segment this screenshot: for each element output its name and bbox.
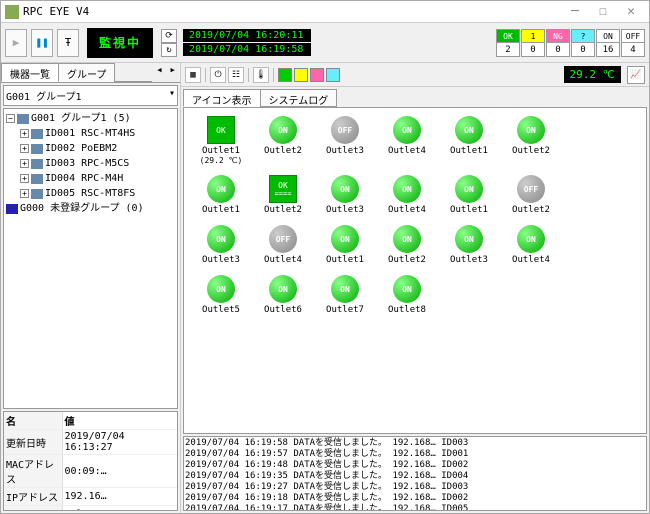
outlet-grid: OKOutlet1(29.2 ℃)ONOutlet2OFFOutlet3ONOu… [183,107,647,434]
timestamp-2: 2019/07/04 16:19:58 [183,43,311,56]
outlet-item[interactable]: ONOutlet3 [320,175,370,215]
outlet-item[interactable]: OKOutlet1(29.2 ℃) [196,116,246,165]
app-icon [5,5,19,19]
reload-button-2[interactable]: ↻ [161,43,177,57]
tree-item[interactable]: +ID005 RSC-MT8FS [6,186,175,201]
counter-ng: NG0 [546,29,570,57]
tools-button[interactable]: Ŧ [57,29,79,57]
detail-row: IPアドレス192.16… [4,488,177,506]
log-line: 2019/07/04 16:19:48 DATAを受信しました。 192.168… [185,460,645,471]
log-line: 2019/07/04 16:19:27 DATAを受信しました。 192.168… [185,482,645,493]
tab-group[interactable]: グループ [58,63,115,82]
tree-item[interactable]: +ID003 RPC-M5CS [6,156,175,171]
log-line: 2019/07/04 16:19:57 DATAを受信しました。 192.168… [185,449,645,460]
outlet-item[interactable]: ONOutlet1 [444,175,494,215]
chevron-down-icon: ▾ [169,88,175,103]
outlet-item[interactable]: ONOutlet4 [382,175,432,215]
main-toolbar: ▶ ❚❚ Ŧ 監視中 ⟳ ↻ 2019/07/04 16:20:11 2019/… [1,23,649,63]
window-title: RPC EYE V4 [23,5,89,18]
counter-ok: OK2 [496,29,520,57]
titlebar: RPC EYE V4 ─ ☐ ✕ [1,1,649,23]
log-panel[interactable]: 2019/07/04 16:19:58 DATAを受信しました。 192.168… [183,436,647,511]
close-button[interactable]: ✕ [617,2,645,22]
col-value[interactable]: 値 [62,412,177,430]
outlet-item[interactable]: ONOutlet2 [506,116,556,165]
reload-button-1[interactable]: ⟳ [161,29,177,43]
temperature-display: 29.2 ℃ [564,66,621,83]
outlet-item[interactable]: OK====Outlet2 [258,175,308,215]
group-dropdown[interactable]: G001 グループ1▾ [3,85,178,106]
counter-off: OFF4 [621,29,645,57]
outlet-item[interactable]: ONOutlet5 [196,275,246,315]
detail-row: 更新日時2019/07/04 16:13:27 [4,430,177,455]
col-name[interactable]: 名 [4,412,62,430]
tab-icon-view[interactable]: アイコン表示 [183,89,261,107]
outlet-item[interactable]: ONOutlet2 [382,225,432,265]
outlet-item[interactable]: ONOutlet4 [506,225,556,265]
timestamp-1: 2019/07/04 16:20:11 [183,29,311,42]
outlet-item[interactable]: OFFOutlet4 [258,225,308,265]
play-button[interactable]: ▶ [5,29,27,57]
tree-other-group[interactable]: G000 未登録グループ (0) [6,201,175,216]
outlet-item[interactable]: ONOutlet1 [320,225,370,265]
graph-button[interactable]: 📈 [627,66,645,84]
outlet-item[interactable]: ONOutlet6 [258,275,308,315]
pause-button[interactable]: ❚❚ [31,29,53,57]
plug-icon[interactable]: ⏻ [210,67,226,83]
detail-row: 接続方式telnet [4,506,177,512]
config-icon[interactable]: ☷ [228,67,244,83]
outlet-item[interactable]: OFFOutlet2 [506,175,556,215]
detail-row: MACアドレス00:09:… [4,455,177,488]
right-toolbar: ▦ ⏻ ☷ 🌡 29.2 ℃ 📈 [181,63,649,87]
color-swatch[interactable] [326,68,340,82]
counter-?: ?0 [571,29,595,57]
color-swatch[interactable] [278,68,292,82]
outlet-item[interactable]: OFFOutlet3 [320,116,370,165]
log-line: 2019/07/04 16:19:17 DATAを受信しました。 192.168… [185,504,645,511]
view-icon-1[interactable]: ▦ [185,67,201,83]
outlet-item[interactable]: ONOutlet7 [320,275,370,315]
log-line: 2019/07/04 16:19:18 DATAを受信しました。 192.168… [185,493,645,504]
monitoring-status: 監視中 [87,28,153,58]
outlet-item[interactable]: ONOutlet3 [444,225,494,265]
counter-on: ON16 [596,29,620,57]
device-details: 名 値 更新日時2019/07/04 16:13:27MACアドレス00:09:… [3,411,178,511]
outlet-item[interactable]: ONOutlet1 [196,175,246,215]
outlet-item[interactable]: ONOutlet8 [382,275,432,315]
outlet-item[interactable]: ONOutlet4 [382,116,432,165]
log-line: 2019/07/04 16:19:35 DATAを受信しました。 192.168… [185,471,645,482]
tree-root[interactable]: − G001 グループ1 (5) [6,111,175,126]
tree-item[interactable]: +ID002 PoEBM2 [6,141,175,156]
log-line: 2019/07/04 16:19:58 DATAを受信しました。 192.168… [185,438,645,449]
thermometer-icon[interactable]: 🌡 [253,67,269,83]
counter-1: 10 [521,29,545,57]
left-tabs-scroll[interactable]: ◂ ▸ [152,63,180,82]
color-swatch[interactable] [294,68,308,82]
left-panel: 機器一覧 グループ ◂ ▸ G001 グループ1▾ − G001 グループ1 (… [1,63,181,513]
outlet-item[interactable]: ONOutlet2 [258,116,308,165]
outlet-item[interactable]: ONOutlet1 [444,116,494,165]
outlet-item[interactable]: ONOutlet3 [196,225,246,265]
minimize-button[interactable]: ─ [561,2,589,22]
color-swatch[interactable] [310,68,324,82]
status-counters: OK210NG0?0ON16OFF4 [496,29,645,57]
tree-item[interactable]: +ID004 RPC-M4H [6,171,175,186]
device-tree[interactable]: − G001 グループ1 (5) +ID001 RSC-MT4HS+ID002 … [3,108,178,409]
tree-item[interactable]: +ID001 RSC-MT4HS [6,126,175,141]
tab-system-log[interactable]: システムログ [260,89,338,107]
tab-device-list[interactable]: 機器一覧 [1,63,59,82]
right-panel: ▦ ⏻ ☷ 🌡 29.2 ℃ 📈 アイコン表示 システムログ OKOutlet1… [181,63,649,513]
maximize-button[interactable]: ☐ [589,2,617,22]
